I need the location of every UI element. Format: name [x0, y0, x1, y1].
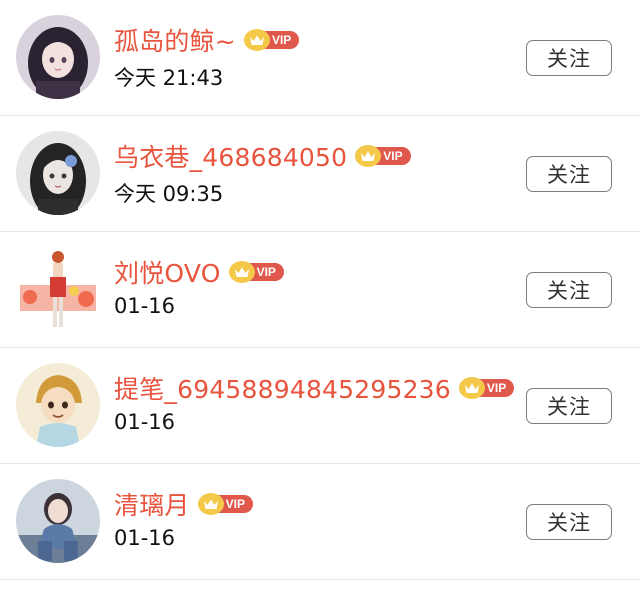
follow-button[interactable]: 关注 — [526, 272, 612, 308]
crown-icon — [228, 261, 255, 283]
list-item[interactable]: 清璃月 VIP 01-16 关注 — [0, 464, 640, 580]
timestamp: 01-16 — [114, 294, 176, 318]
user-name[interactable]: 清璃月 — [114, 486, 190, 522]
name-line: 清璃月 VIP — [114, 486, 253, 522]
list-item[interactable]: 孤岛的鲸~ VIP 今天 21:43 关注 — [0, 0, 640, 116]
avatar[interactable] — [16, 363, 100, 447]
name-line: 提笔_69458894845295236 VIP — [114, 370, 515, 406]
list-item[interactable]: 刘悦OVO VIP 01-16 关注 — [0, 232, 640, 348]
crown-icon — [243, 29, 270, 51]
user-name[interactable]: 提笔_69458894845295236 — [114, 370, 451, 406]
follow-button[interactable]: 关注 — [526, 156, 612, 192]
timestamp: 今天 09:35 — [114, 182, 224, 206]
timestamp: 今天 21:43 — [114, 66, 224, 90]
crown-icon — [197, 493, 224, 515]
follow-button[interactable]: 关注 — [526, 40, 612, 76]
user-name[interactable]: 刘悦OVO — [114, 254, 221, 290]
vip-badge: VIP — [228, 261, 284, 283]
avatar[interactable] — [16, 15, 100, 99]
avatar[interactable] — [16, 131, 100, 215]
user-name[interactable]: 孤岛的鲸~ — [114, 22, 236, 58]
follow-button[interactable]: 关注 — [526, 504, 612, 540]
vip-badge: VIP — [243, 29, 300, 51]
vip-badge: VIP — [355, 145, 411, 167]
vip-badge: VIP — [458, 377, 515, 399]
timestamp: 01-16 — [114, 526, 176, 550]
name-line: 乌衣巷_468684050 VIP — [114, 138, 411, 174]
avatar[interactable] — [16, 479, 100, 563]
timestamp: 01-16 — [114, 410, 176, 434]
follow-button[interactable]: 关注 — [526, 388, 612, 424]
list-item[interactable]: 乌衣巷_468684050 VIP 今天 09:35 关注 — [0, 116, 640, 232]
user-name[interactable]: 乌衣巷_468684050 — [114, 138, 347, 174]
name-line: 孤岛的鲸~ VIP — [114, 22, 300, 58]
crown-icon — [458, 377, 485, 399]
name-line: 刘悦OVO VIP — [114, 254, 284, 290]
user-list: 孤岛的鲸~ VIP 今天 21:43 关注 乌衣巷_468684050 VIP … — [0, 0, 640, 580]
list-item[interactable]: 提笔_69458894845295236 VIP 01-16 关注 — [0, 348, 640, 464]
vip-badge: VIP — [197, 493, 253, 515]
avatar[interactable] — [16, 247, 100, 331]
